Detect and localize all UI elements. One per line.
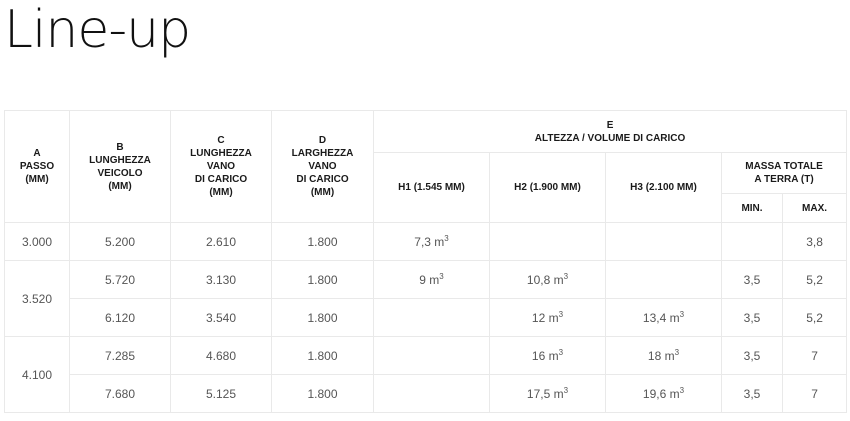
volume-exponent: 3 [558,347,564,357]
volume-exponent: 3 [674,347,680,357]
cell-min: 3,5 [721,374,783,413]
cell-vano-lunghezza: 4.680 [170,336,272,375]
header-max: MAX. [781,193,848,223]
volume-value: 18 m [647,348,675,363]
cell-max: 3,8 [781,222,848,261]
cell-min: 3,5 [721,298,783,337]
header-h3: H3 (2.100 MM) [605,152,722,223]
cell-min [721,222,783,261]
volume-value: 7,3 m [414,234,445,249]
header-lunghezza-vano: C LUNGHEZZA VANO DI CARICO (MM) [170,110,272,223]
cell-vano-lunghezza: 2.610 [170,222,272,261]
cell-lunghezza: 5.720 [69,260,171,299]
cell-vano-lunghezza: 3.540 [170,298,272,337]
volume-exponent: 3 [563,385,569,395]
cell-vano-larghezza: 1.800 [271,374,374,413]
volume-value: 9 m [419,272,440,287]
cell-vano-larghezza: 1.800 [271,222,374,261]
cell-max: 7 [781,374,848,413]
cell-h2: 10,8 m3 [489,260,606,299]
cell-h3: 19,6 m3 [605,374,722,413]
cell-vano-larghezza: 1.800 [271,260,374,299]
cell-h3 [605,260,722,299]
table-row: 3.000 5.200 2.610 1.800 7,3 m3 3,8 [4,222,848,261]
header-larghezza-vano: D LARGHEZZA VANO DI CARICO (MM) [271,110,374,223]
volume-value: 13,4 m [642,310,680,325]
header-h2: H2 (1.900 MM) [489,152,606,223]
cell-h2: 17,5 m3 [489,374,606,413]
cell-vano-larghezza: 1.800 [271,298,374,337]
header-h1: H1 (1.545 MM) [373,152,490,223]
volume-exponent: 3 [558,309,564,319]
cell-vano-larghezza: 1.800 [271,336,374,375]
volume-value: 19,6 m [642,386,680,401]
header-altezza-volume: E ALTEZZA / VOLUME DI CARICO [372,110,848,153]
cell-h1: 7,3 m3 [373,222,490,261]
cell-h2: 12 m3 [489,298,606,337]
cell-h1: 9 m3 [373,260,490,299]
lineup-table: A PASSO (MM) B LUNGHEZZA VEICOLO (MM) C … [4,110,848,413]
volume-value: 10,8 m [526,272,564,287]
volume-exponent: 3 [563,271,569,281]
table-row: 4.100 7.285 4.680 1.800 16 m3 18 m3 3,5 … [4,336,848,413]
volume-exponent: 3 [444,233,449,243]
cell-passo: 3.520 [4,260,70,337]
volume-value: 17,5 m [526,386,564,401]
volume-exponent: 3 [679,385,685,395]
header-massa-totale: MASSA TOTALE A TERRA (T) [720,152,848,194]
page-title: Line-up [4,0,191,60]
header-min: MIN. [721,193,783,223]
cell-h1 [373,298,490,337]
cell-lunghezza: 5.200 [69,222,171,261]
cell-min: 3,5 [721,260,783,299]
volume-value: 12 m [531,310,559,325]
table-row: 3.520 5.720 3.130 1.800 9 m3 10,8 m3 3,5… [4,260,848,337]
volume-exponent: 3 [679,309,685,319]
cell-vano-lunghezza: 5.125 [170,374,272,413]
cell-h3: 13,4 m3 [605,298,722,337]
volume-exponent: 3 [439,271,444,281]
cell-vano-lunghezza: 3.130 [170,260,272,299]
cell-lunghezza: 7.285 [69,336,171,375]
cell-lunghezza: 7.680 [69,374,171,413]
cell-passo: 4.100 [4,336,70,413]
cell-h3 [605,222,722,261]
table-row: 7.680 5.125 1.800 17,5 m3 19,6 m3 3,5 7 [5,374,848,413]
header-lunghezza-veicolo: B LUNGHEZZA VEICOLO (MM) [69,110,171,223]
cell-max: 7 [781,336,848,375]
cell-h1 [373,374,490,413]
cell-h1 [373,336,490,375]
cell-passo: 3.000 [4,222,70,261]
cell-h3: 18 m3 [605,336,722,375]
cell-lunghezza: 6.120 [69,298,171,337]
header-passo: A PASSO (MM) [4,110,70,223]
cell-max: 5,2 [781,260,848,299]
cell-h2: 16 m3 [489,336,606,375]
cell-h2 [489,222,606,261]
cell-max: 5,2 [781,298,848,337]
table-row: 6.120 3.540 1.800 12 m3 13,4 m3 3,5 5,2 [5,298,848,337]
cell-min: 3,5 [721,336,783,375]
volume-value: 16 m [531,348,559,363]
